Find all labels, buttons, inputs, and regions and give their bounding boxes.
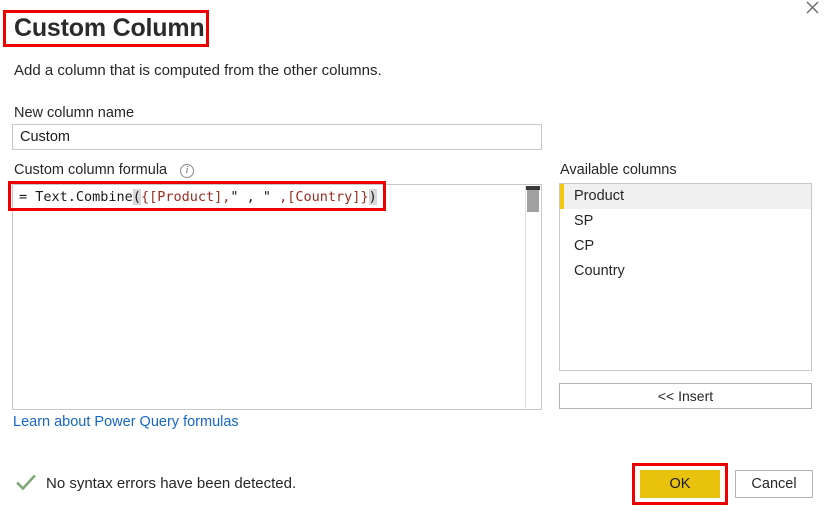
- check-icon: [16, 474, 36, 491]
- formula-token-2: {: [140, 189, 150, 205]
- available-columns-label: Available columns: [560, 162, 677, 178]
- formula-editor[interactable]: = Text.Combine({[Product]," , " ,[Countr…: [12, 184, 542, 410]
- close-icon[interactable]: [798, 0, 826, 20]
- learn-power-query-formulas-link[interactable]: Learn about Power Query formulas: [13, 414, 239, 430]
- column-item-label: CP: [574, 238, 595, 254]
- page-title: Custom Column: [14, 14, 205, 42]
- formula-token-8: }: [360, 189, 369, 205]
- column-item-label: SP: [574, 213, 594, 229]
- status-message: No syntax errors have been detected.: [16, 474, 296, 492]
- new-column-name-input[interactable]: [12, 124, 542, 150]
- column-item-country[interactable]: Country: [560, 259, 811, 284]
- status-text: No syntax errors have been detected.: [46, 474, 297, 492]
- formula-token-5: " , ": [230, 189, 272, 205]
- info-icon[interactable]: i: [180, 164, 194, 178]
- new-column-name-label: New column name: [14, 105, 135, 121]
- formula-token-1: (: [132, 189, 141, 205]
- column-item-label: Product: [574, 188, 624, 204]
- formula-token-0: = Text.Combine: [19, 189, 133, 205]
- formula-text[interactable]: = Text.Combine({[Product]," , " ,[Countr…: [19, 188, 377, 207]
- formula-token-7: [Country]: [287, 189, 361, 205]
- formula-scrollbar-thumb[interactable]: [527, 190, 539, 212]
- formula-token-9: ): [368, 189, 377, 205]
- available-columns-list[interactable]: Product SP CP Country: [559, 183, 812, 371]
- cancel-button[interactable]: Cancel: [735, 470, 813, 498]
- dialog-subtitle: Add a column that is computed from the o…: [14, 62, 382, 79]
- column-item-product[interactable]: Product: [560, 184, 811, 209]
- formula-scrollbar[interactable]: [525, 185, 541, 409]
- formula-token-6: ,: [271, 189, 288, 205]
- column-item-cp[interactable]: CP: [560, 234, 811, 259]
- custom-column-dialog: Custom Column Add a column that is compu…: [0, 0, 832, 518]
- formula-token-3: [Product]: [149, 189, 223, 205]
- column-item-label: Country: [574, 263, 625, 279]
- custom-column-formula-label: Custom column formula: [14, 162, 168, 178]
- ok-button[interactable]: OK: [640, 470, 720, 498]
- insert-button[interactable]: << Insert: [559, 383, 812, 409]
- column-item-sp[interactable]: SP: [560, 209, 811, 234]
